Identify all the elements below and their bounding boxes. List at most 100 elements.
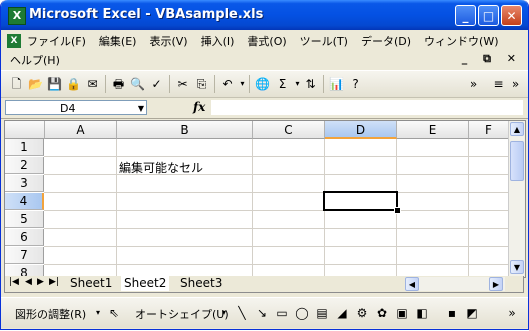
column-header-f[interactable]: F bbox=[469, 121, 509, 139]
document-icon[interactable]: X bbox=[7, 33, 21, 48]
open-icon[interactable]: 📂 bbox=[28, 77, 43, 91]
line-icon[interactable]: ╲ bbox=[235, 306, 249, 320]
cut-icon[interactable]: ✂ bbox=[175, 77, 190, 91]
scroll-up-icon[interactable]: ▲ bbox=[510, 122, 524, 136]
undo-icon[interactable]: ↶ bbox=[220, 77, 235, 91]
save-icon[interactable]: 💾 bbox=[47, 77, 62, 91]
autosum-icon[interactable]: Σ bbox=[275, 77, 290, 91]
active-cell-d4[interactable] bbox=[323, 191, 398, 211]
help-icon[interactable]: ? bbox=[348, 77, 363, 91]
worksheet-grid[interactable]: A B C D E F 1 2 3 4 5 6 7 8 編集可能なセル ▲ ▼ bbox=[4, 120, 526, 278]
menu-file[interactable]: ファイル(F) bbox=[27, 33, 86, 49]
menu-row-1: X ファイル(F) 編集(E) 表示(V) 挿入(I) 書式(O) ツール(T)… bbox=[1, 31, 512, 50]
toolbar-separator bbox=[323, 75, 324, 93]
permission-icon[interactable]: 🔒 bbox=[66, 77, 81, 91]
row-header-4[interactable]: 4 bbox=[5, 193, 44, 210]
first-sheet-icon[interactable]: |◀ bbox=[9, 277, 19, 287]
menu-help[interactable]: ヘルプ(H) bbox=[10, 52, 60, 68]
textbox-icon[interactable]: ▤ bbox=[315, 306, 329, 320]
vertical-scrollbar[interactable]: ▲ ▼ bbox=[508, 121, 525, 277]
menu-tools[interactable]: ツール(T) bbox=[300, 33, 348, 49]
fill-handle[interactable] bbox=[394, 207, 401, 214]
scroll-right-icon[interactable]: ▶ bbox=[489, 277, 503, 291]
rectangle-icon[interactable]: ▭ bbox=[275, 306, 289, 320]
prev-sheet-icon[interactable]: ◀ bbox=[25, 277, 32, 287]
close-button[interactable]: ✕ bbox=[501, 5, 522, 26]
menu-data[interactable]: データ(D) bbox=[361, 33, 411, 49]
sheet-tab-2[interactable]: Sheet2 bbox=[121, 276, 170, 291]
print-icon[interactable]: 🖶 bbox=[111, 77, 126, 91]
row-header-2[interactable]: 2 bbox=[5, 157, 44, 174]
toolbar-options-icon[interactable]: » bbox=[505, 306, 519, 320]
wordart-icon[interactable]: ◢ bbox=[335, 306, 349, 320]
chevron-down-icon[interactable]: ▼ bbox=[138, 101, 144, 116]
gridline bbox=[252, 139, 253, 277]
adjust-shapes-menu[interactable]: 図形の調整(R) bbox=[15, 306, 86, 322]
toolbar-more-icon[interactable]: » bbox=[508, 77, 523, 91]
insert-function-icon[interactable]: fx bbox=[193, 100, 205, 114]
new-icon[interactable]: 🗋 bbox=[9, 77, 24, 91]
maximize-button[interactable]: □ bbox=[478, 5, 499, 26]
hyperlink-icon[interactable]: 🌐 bbox=[255, 77, 270, 91]
drawing-toolbar: 図形の調整(R) ▾ ⇖ オートシェイプ(U) ▾ ╲ ↘ ▭ ◯ ▤ ◢ ⚙ … bbox=[1, 297, 528, 328]
column-header-e[interactable]: E bbox=[397, 121, 469, 139]
row-header-7[interactable]: 7 bbox=[5, 247, 44, 264]
shadow-icon[interactable]: ▪ bbox=[445, 306, 459, 320]
document-window-buttons[interactable]: _ ⧉ ✕ bbox=[462, 52, 522, 66]
cell-b2[interactable]: 編集可能なセル bbox=[119, 159, 203, 176]
scroll-thumb[interactable] bbox=[510, 141, 524, 181]
autoshape-menu[interactable]: オートシェイプ(U) bbox=[135, 306, 229, 322]
scroll-down-icon[interactable]: ▼ bbox=[510, 260, 524, 274]
sort-ascending-icon[interactable]: ⇅ bbox=[303, 77, 318, 91]
chart-wizard-icon[interactable]: 📊 bbox=[329, 77, 344, 91]
next-sheet-icon[interactable]: ▶ bbox=[37, 277, 44, 287]
row-header-1[interactable]: 1 bbox=[5, 139, 44, 156]
row-header-3[interactable]: 3 bbox=[5, 175, 44, 192]
menu-insert[interactable]: 挿入(I) bbox=[201, 33, 235, 49]
sheet-tab-3[interactable]: Sheet3 bbox=[177, 276, 225, 291]
gridline bbox=[116, 139, 117, 277]
gridline bbox=[44, 210, 514, 211]
toolbar-options-icon[interactable]: » bbox=[466, 77, 481, 91]
excel-app-icon[interactable]: X bbox=[8, 7, 26, 25]
diagram-icon[interactable]: ⚙ bbox=[355, 306, 369, 320]
toolbar-separator bbox=[214, 75, 215, 93]
column-header-c[interactable]: C bbox=[253, 121, 325, 139]
scroll-left-icon[interactable]: ◀ bbox=[405, 277, 419, 291]
select-all-corner[interactable] bbox=[5, 121, 45, 139]
autoshape-dropdown-icon[interactable]: ▾ bbox=[217, 306, 231, 320]
clipart-icon[interactable]: ✿ bbox=[375, 306, 389, 320]
row-header-6[interactable]: 6 bbox=[5, 229, 44, 246]
name-box[interactable]: D4 ▼ bbox=[5, 100, 147, 115]
column-header-a[interactable]: A bbox=[45, 121, 117, 139]
last-sheet-icon[interactable]: ▶| bbox=[49, 277, 59, 287]
horizontal-scrollbar[interactable]: ◀ ▶ bbox=[405, 277, 505, 291]
menu-window[interactable]: ウィンドウ(W) bbox=[424, 33, 498, 49]
formula-input[interactable] bbox=[211, 100, 523, 115]
menu-format[interactable]: 書式(O) bbox=[247, 33, 286, 49]
sheet-tab-1[interactable]: Sheet1 bbox=[67, 276, 115, 291]
title-bar[interactable]: X Microsoft Excel - VBAsample.xls _ □ ✕ bbox=[1, 0, 528, 30]
adjust-dropdown-icon[interactable]: ▾ bbox=[91, 306, 105, 320]
email-icon[interactable]: ✉ bbox=[85, 77, 100, 91]
print-preview-icon[interactable]: 🔍 bbox=[130, 77, 145, 91]
select-pointer-icon[interactable]: ⇖ bbox=[107, 306, 121, 320]
copy-icon[interactable]: ⎘ bbox=[194, 77, 209, 91]
column-header-b[interactable]: B bbox=[117, 121, 253, 139]
excel-window: X Microsoft Excel - VBAsample.xls _ □ ✕ … bbox=[0, 0, 529, 330]
3d-style-icon[interactable]: ◩ bbox=[465, 306, 479, 320]
oval-icon[interactable]: ◯ bbox=[295, 306, 309, 320]
minimize-button[interactable]: _ bbox=[455, 5, 476, 26]
row-header-5[interactable]: 5 bbox=[5, 211, 44, 228]
gridline bbox=[44, 228, 514, 229]
undo-dropdown-icon[interactable]: ▾ bbox=[235, 77, 250, 91]
menu-view[interactable]: 表示(V) bbox=[149, 33, 187, 49]
picture-icon[interactable]: ▣ bbox=[395, 306, 409, 320]
spelling-icon[interactable]: ✓ bbox=[149, 77, 164, 91]
column-header-d[interactable]: D bbox=[325, 121, 397, 139]
arrow-icon[interactable]: ↘ bbox=[255, 306, 269, 320]
fill-color-icon[interactable]: ◧ bbox=[415, 306, 429, 320]
format-toolbar-icon[interactable]: ≡ bbox=[491, 77, 506, 91]
toolbar-separator bbox=[169, 75, 170, 93]
menu-edit[interactable]: 編集(E) bbox=[99, 33, 137, 49]
